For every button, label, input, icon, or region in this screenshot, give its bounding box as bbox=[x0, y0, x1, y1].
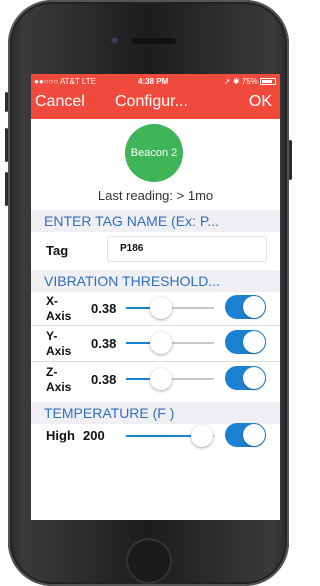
beacon-name: Beacon 2 bbox=[130, 147, 178, 159]
battery-icon bbox=[260, 78, 276, 85]
toggle-knob bbox=[243, 367, 265, 389]
status-time: 4:38 PM bbox=[138, 77, 169, 86]
page-title: Configur... bbox=[115, 93, 188, 110]
z-axis-slider[interactable] bbox=[126, 368, 214, 390]
temperature-slider-thumb[interactable] bbox=[191, 425, 213, 447]
tag-input[interactable]: P186 bbox=[107, 236, 267, 262]
tag-section-header: ENTER TAG NAME (Ex: P... bbox=[31, 210, 280, 232]
beacon-avatar: Beacon 2 bbox=[125, 124, 183, 182]
x-axis-value: 0.38 bbox=[91, 301, 117, 316]
temperature-slider[interactable] bbox=[126, 425, 214, 447]
z-axis-value: 0.38 bbox=[91, 372, 117, 387]
vibration-section-header: VIBRATION THRESHOLD... bbox=[31, 270, 280, 292]
cancel-button[interactable]: Cancel bbox=[35, 93, 85, 111]
y-axis-label: Y- Axis bbox=[46, 329, 72, 358]
toggle-knob bbox=[243, 331, 265, 353]
temperature-toggle[interactable] bbox=[225, 423, 266, 447]
row-divider bbox=[31, 361, 280, 362]
status-bar: ●●○○○ AT&T LTE 4:38 PM ➚ ✱ 75% bbox=[31, 77, 280, 88]
last-reading: Last reading: > 1mo bbox=[97, 188, 214, 203]
toggle-knob bbox=[243, 424, 265, 446]
z-axis-label: Z- Axis bbox=[46, 365, 72, 394]
x-axis-toggle[interactable] bbox=[225, 295, 266, 319]
y-axis-slider-thumb[interactable] bbox=[150, 332, 172, 354]
ok-button[interactable]: OK bbox=[249, 93, 272, 111]
carrier-text: ●●○○○ AT&T LTE bbox=[34, 77, 96, 86]
x-axis-slider[interactable] bbox=[126, 297, 214, 319]
x-axis-label: X- Axis bbox=[46, 294, 72, 323]
volume-up-button bbox=[5, 128, 8, 162]
tag-label: Tag bbox=[46, 243, 69, 258]
navigation-bar: ●●○○○ AT&T LTE 4:38 PM ➚ ✱ 75% Cancel Co… bbox=[31, 74, 280, 119]
status-right: ➚ ✱ 75% bbox=[224, 77, 276, 86]
x-axis-slider-thumb[interactable] bbox=[150, 297, 172, 319]
z-axis-toggle[interactable] bbox=[225, 366, 266, 390]
earpiece-speaker bbox=[132, 38, 176, 44]
power-button bbox=[289, 140, 292, 180]
home-button[interactable] bbox=[126, 538, 172, 584]
y-axis-slider[interactable] bbox=[126, 332, 214, 354]
temperature-high-value: 200 bbox=[83, 428, 105, 443]
y-axis-toggle[interactable] bbox=[225, 330, 266, 354]
temperature-high-label: High bbox=[46, 428, 75, 443]
status-indicators: ➚ ✱ 75% bbox=[223, 77, 258, 86]
front-camera bbox=[111, 37, 119, 45]
mute-switch bbox=[5, 92, 8, 112]
row-divider bbox=[31, 325, 280, 326]
z-axis-slider-thumb[interactable] bbox=[150, 368, 172, 390]
toggle-knob bbox=[243, 296, 265, 318]
app-screen: ●●○○○ AT&T LTE 4:38 PM ➚ ✱ 75% Cancel Co… bbox=[31, 74, 280, 520]
volume-down-button bbox=[5, 172, 8, 206]
y-axis-value: 0.38 bbox=[91, 336, 117, 351]
temperature-section-header: TEMPERATURE (F ) bbox=[31, 402, 280, 424]
